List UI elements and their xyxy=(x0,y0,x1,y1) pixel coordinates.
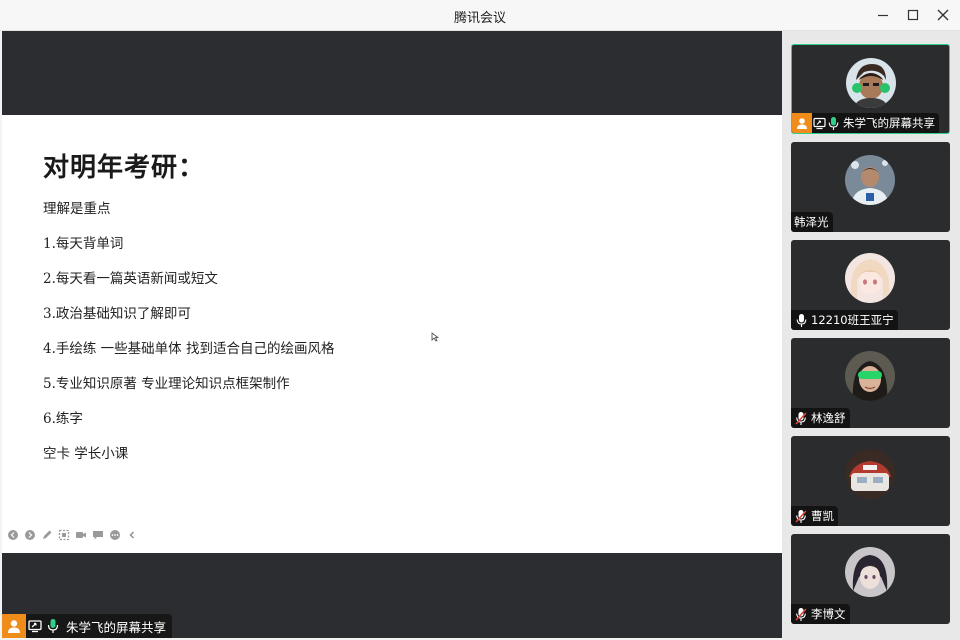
title-bar: 腾讯会议 xyxy=(0,0,960,31)
avatar xyxy=(845,547,895,597)
avatar xyxy=(845,155,895,205)
participant-namebar: 韩泽光 xyxy=(791,212,833,232)
participant-namebar: 曹凯 xyxy=(791,506,838,526)
share-label-text: 朱学飞的屏幕共享 xyxy=(66,619,167,635)
participant-name: 李博文 xyxy=(811,607,846,621)
screen-share-icon xyxy=(26,614,44,638)
collapse-toolbar-icon[interactable] xyxy=(125,528,139,542)
maximize-icon xyxy=(907,9,919,21)
participant-namebar: 12210班王亚宁 xyxy=(791,310,898,330)
maximize-button[interactable] xyxy=(904,6,922,24)
avatar xyxy=(845,253,895,303)
participant-tile[interactable]: 曹凯 xyxy=(791,436,950,526)
slide-line: 理解是重点 xyxy=(43,201,111,217)
video-icon[interactable] xyxy=(74,528,88,542)
microphone-muted-icon xyxy=(794,410,808,426)
next-page-icon[interactable] xyxy=(23,528,37,542)
slide-line: 6.练字 xyxy=(43,411,83,427)
chat-icon[interactable] xyxy=(91,528,105,542)
minimize-icon xyxy=(878,14,888,17)
participant-namebar: 朱学飞的屏幕共享 xyxy=(792,113,939,133)
screen-share-icon xyxy=(812,115,826,131)
mouse-cursor-icon xyxy=(431,332,439,342)
participant-namebar: 林逸舒 xyxy=(791,408,850,428)
participant-name: 韩泽光 xyxy=(794,215,829,229)
close-icon xyxy=(937,9,949,21)
participant-name: 12210班王亚宁 xyxy=(811,313,894,327)
participant-name: 朱学飞的屏幕共享 xyxy=(843,116,935,130)
slide-line: 3.政治基础知识了解即可 xyxy=(43,306,191,322)
user-icon xyxy=(2,614,26,638)
participant-tile[interactable]: 李博文 xyxy=(791,534,950,624)
avatar xyxy=(846,58,896,108)
slide-line: 空卡 学长小课 xyxy=(43,446,129,462)
microphone-muted-icon xyxy=(794,508,808,524)
participant-namebar: 李博文 xyxy=(791,604,850,624)
slide-line: 2.每天看一篇英语新闻或短文 xyxy=(43,271,218,287)
shared-document: 对明年考研： 理解是重点 1.每天背单词 2.每天看一篇英语新闻或短文 3.政治… xyxy=(2,115,782,553)
microphone-icon xyxy=(826,115,840,131)
prev-page-icon[interactable] xyxy=(6,528,20,542)
slide-heading: 对明年考研： xyxy=(43,153,206,183)
participant-tile[interactable]: 韩泽光 xyxy=(791,142,950,232)
user-icon xyxy=(792,113,812,133)
avatar xyxy=(845,351,895,401)
slide-line: 1.每天背单词 xyxy=(43,236,124,252)
screen-share-stage: 对明年考研： 理解是重点 1.每天背单词 2.每天看一篇英语新闻或短文 3.政治… xyxy=(2,31,782,638)
participant-tile[interactable]: 林逸舒 xyxy=(791,338,950,428)
microphone-muted-icon xyxy=(794,606,808,622)
slide-line: 5.专业知识原著 专业理论知识点框架制作 xyxy=(43,376,290,392)
minimize-button[interactable] xyxy=(874,6,892,24)
annotation-toolbar xyxy=(2,525,142,545)
avatar xyxy=(845,449,895,499)
participant-name: 曹凯 xyxy=(811,509,834,523)
screenshot-icon[interactable] xyxy=(57,528,71,542)
microphone-icon xyxy=(794,312,808,328)
pen-icon[interactable] xyxy=(40,528,54,542)
window-title: 腾讯会议 xyxy=(453,11,506,26)
close-button[interactable] xyxy=(934,6,952,24)
screen-share-label: 朱学飞的屏幕共享 xyxy=(2,614,173,638)
participant-panel: 朱学飞的屏幕共享 韩泽光 12210班王亚宁 林逸舒 曹凯 李博文 xyxy=(782,31,960,640)
microphone-icon xyxy=(44,614,62,638)
participant-name: 林逸舒 xyxy=(811,411,846,425)
participant-tile[interactable]: 12210班王亚宁 xyxy=(791,240,950,330)
more-icon[interactable] xyxy=(108,528,122,542)
participant-tile[interactable]: 朱学飞的屏幕共享 xyxy=(791,44,950,134)
slide-line: 4.手绘练 一些基础单体 找到适合自己的绘画风格 xyxy=(43,341,335,357)
